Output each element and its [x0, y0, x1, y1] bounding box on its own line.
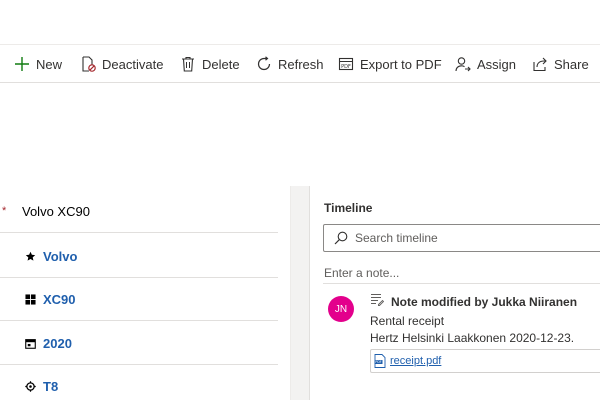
engine-field-row: T8 — [0, 364, 291, 400]
assign-icon — [455, 57, 471, 72]
model-field-row: XC90 — [0, 277, 291, 321]
title-field-row: * Volvo XC90 — [0, 189, 291, 233]
assign-button[interactable]: Assign — [455, 45, 517, 82]
share-button-label: Share — [554, 56, 589, 72]
timeline-search-input[interactable] — [355, 231, 575, 245]
share-icon — [533, 57, 547, 72]
deactivate-button-label: Deactivate — [102, 56, 164, 72]
search-icon — [334, 231, 348, 245]
make-field[interactable]: Volvo — [43, 249, 77, 264]
trash-icon — [182, 56, 194, 72]
plus-icon — [15, 57, 29, 71]
year-field[interactable]: 2020 — [43, 336, 72, 351]
required-marker: * — [2, 205, 7, 217]
new-button-label: New — [36, 56, 63, 72]
post-title: Note modified by Jukka Niiranen — [391, 295, 578, 309]
assign-button-label: Assign — [477, 56, 517, 72]
details-panel: * Volvo XC90 Volvo XC90 2020 T8 — [0, 186, 291, 400]
app-header-strip — [0, 0, 600, 45]
engine-field[interactable]: T8 — [43, 379, 58, 394]
pdf-file-icon: PDF — [374, 354, 386, 368]
engine-icon — [24, 380, 36, 392]
share-button[interactable]: Share — [532, 45, 589, 82]
timeline-header: Timeline — [324, 201, 373, 215]
title-field[interactable]: Volvo XC90 — [22, 204, 90, 219]
note-icon — [371, 294, 384, 306]
post-subject: Rental receipt — [370, 314, 445, 328]
export-pdf-button[interactable]: PDF Export to PDF — [338, 45, 442, 82]
year-field-row: 2020 — [0, 321, 291, 365]
timeline-search-box[interactable] — [323, 224, 600, 252]
note-divider — [323, 283, 600, 284]
delete-button-label: Delete — [202, 56, 240, 72]
grid-icon — [24, 293, 36, 305]
make-field-row: Volvo — [0, 234, 291, 278]
attachment-link[interactable]: receipt.pdf — [390, 355, 441, 367]
refresh-button[interactable]: Refresh — [256, 45, 324, 82]
calendar-icon — [24, 337, 36, 349]
refresh-icon — [257, 56, 271, 71]
record-header-area — [0, 84, 600, 186]
model-field[interactable]: XC90 — [43, 292, 76, 307]
pdf-icon: PDF — [338, 57, 354, 71]
avatar: JN — [328, 296, 354, 322]
svg-text:PDF: PDF — [375, 360, 381, 364]
export-pdf-button-label: Export to PDF — [360, 56, 442, 72]
deactivate-button[interactable]: Deactivate — [80, 45, 164, 82]
delete-button[interactable]: Delete — [180, 45, 240, 82]
command-bar: New Deactivate Delete Refresh PDF Export… — [0, 45, 600, 83]
deactivate-icon — [82, 56, 96, 72]
star-icon — [24, 250, 36, 262]
post-body: Hertz Helsinki Laakkonen 2020-12-23. — [370, 331, 575, 345]
svg-text:PDF: PDF — [341, 64, 351, 70]
attachment-chip[interactable]: PDF receipt.pdf — [370, 349, 600, 373]
timeline-panel: Timeline Enter a note... JN Note modifie… — [309, 186, 600, 400]
refresh-button-label: Refresh — [278, 56, 324, 72]
new-button[interactable]: New — [14, 45, 63, 82]
note-input[interactable]: Enter a note... — [324, 266, 399, 280]
